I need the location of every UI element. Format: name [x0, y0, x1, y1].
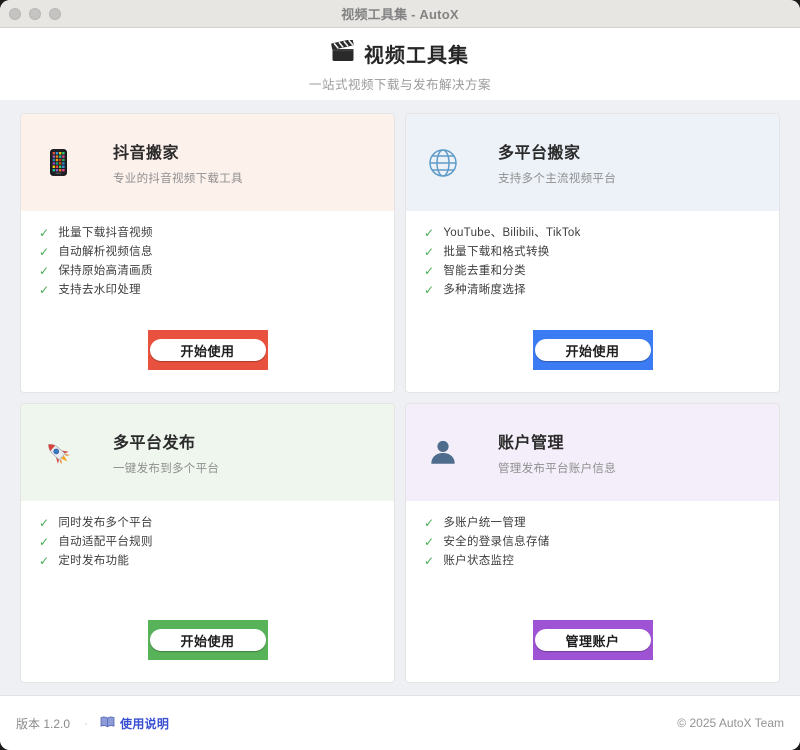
- check-icon: ✓: [39, 262, 49, 281]
- main-content: 抖音搬家 专业的抖音视频下载工具 ✓批量下载抖音视频 ✓自动解析视频信息 ✓保持…: [0, 100, 800, 695]
- check-icon: ✓: [39, 552, 49, 571]
- page-subtitle: 一站式视频下载与发布解决方案: [0, 74, 800, 93]
- check-icon: ✓: [424, 533, 434, 552]
- feature-item: ✓自动解析视频信息: [39, 243, 394, 262]
- feature-item: ✓批量下载和格式转换: [424, 243, 779, 262]
- window-controls: [9, 8, 61, 20]
- check-icon: ✓: [424, 281, 434, 300]
- card-title: 多平台搬家: [498, 139, 616, 163]
- check-icon: ✓: [39, 514, 49, 533]
- user-icon: [426, 439, 460, 466]
- feature-item: ✓多种清晰度选择: [424, 281, 779, 300]
- card-header: 多平台发布 一键发布到多个平台: [21, 404, 394, 501]
- manage-accounts-button[interactable]: 管理账户: [535, 629, 651, 651]
- button-frame: 开始使用: [148, 620, 268, 660]
- feature-item: ✓自动适配平台规则: [39, 533, 394, 552]
- feature-list: ✓同时发布多个平台 ✓自动适配平台规则 ✓定时发布功能: [21, 501, 394, 571]
- check-icon: ✓: [424, 552, 434, 571]
- titlebar: 视频工具集 - AutoX: [0, 0, 800, 28]
- start-publish-button[interactable]: 开始使用: [150, 629, 266, 651]
- card-title: 抖音搬家: [113, 139, 243, 163]
- card-header: 多平台搬家 支持多个主流视频平台: [406, 114, 779, 211]
- card-footer: 开始使用: [21, 620, 394, 682]
- card-header: 抖音搬家 专业的抖音视频下载工具: [21, 114, 394, 211]
- feature-list: ✓多账户统一管理 ✓安全的登录信息存储 ✓账户状态监控: [406, 501, 779, 571]
- globe-icon: [426, 148, 460, 178]
- card-subtitle: 支持多个主流视频平台: [498, 170, 616, 186]
- button-frame: 开始使用: [533, 330, 653, 370]
- card-multiplatform-publish: 多平台发布 一键发布到多个平台 ✓同时发布多个平台 ✓自动适配平台规则 ✓定时发…: [20, 403, 395, 683]
- card-subtitle: 管理发布平台账户信息: [498, 460, 616, 476]
- check-icon: ✓: [39, 224, 49, 243]
- button-frame: 管理账户: [533, 620, 653, 660]
- footer: 版本 1.2.0 · 使用说明 © 2025 AutoX Team: [0, 695, 800, 750]
- footer-separator: ·: [84, 716, 88, 730]
- card-header-text: 多平台发布 一键发布到多个平台: [113, 429, 219, 476]
- card-header: 账户管理 管理发布平台账户信息: [406, 404, 779, 501]
- feature-item: ✓保持原始高清画质: [39, 262, 394, 281]
- card-title: 多平台发布: [113, 429, 219, 453]
- rocket-icon: [41, 438, 75, 468]
- app-window: 视频工具集 - AutoX 视频工具集 一站式视频下载与发布解决方案: [0, 0, 800, 750]
- start-douyin-button[interactable]: 开始使用: [150, 339, 266, 361]
- card-header-text: 账户管理 管理发布平台账户信息: [498, 429, 616, 476]
- feature-item: ✓智能去重和分类: [424, 262, 779, 281]
- phone-icon: [41, 149, 75, 176]
- card-title: 账户管理: [498, 429, 616, 453]
- version-label: 版本 1.2.0: [16, 715, 70, 732]
- zoom-button[interactable]: [49, 8, 61, 20]
- card-header-text: 抖音搬家 专业的抖音视频下载工具: [113, 139, 243, 186]
- page-title: 视频工具集: [364, 39, 469, 68]
- check-icon: ✓: [39, 281, 49, 300]
- book-icon: [100, 716, 115, 731]
- check-icon: ✓: [39, 243, 49, 262]
- button-frame: 开始使用: [148, 330, 268, 370]
- window-title: 视频工具集 - AutoX: [341, 4, 458, 23]
- card-footer: 开始使用: [21, 330, 394, 392]
- start-multiplatform-button[interactable]: 开始使用: [535, 339, 651, 361]
- close-button[interactable]: [9, 8, 21, 20]
- card-douyin-mover: 抖音搬家 专业的抖音视频下载工具 ✓批量下载抖音视频 ✓自动解析视频信息 ✓保持…: [20, 113, 395, 393]
- feature-item: ✓安全的登录信息存储: [424, 533, 779, 552]
- card-subtitle: 一键发布到多个平台: [113, 460, 219, 476]
- feature-item: ✓定时发布功能: [39, 552, 394, 571]
- feature-item: ✓账户状态监控: [424, 552, 779, 571]
- card-account-management: 账户管理 管理发布平台账户信息 ✓多账户统一管理 ✓安全的登录信息存储 ✓账户状…: [405, 403, 780, 683]
- check-icon: ✓: [424, 243, 434, 262]
- card-footer: 开始使用: [406, 330, 779, 392]
- check-icon: ✓: [424, 224, 434, 243]
- card-subtitle: 专业的抖音视频下载工具: [113, 170, 243, 186]
- feature-item: ✓同时发布多个平台: [39, 514, 394, 533]
- card-footer: 管理账户: [406, 620, 779, 682]
- card-header-text: 多平台搬家 支持多个主流视频平台: [498, 139, 616, 186]
- feature-item: ✓YouTube、Bilibili、TikTok: [424, 224, 779, 243]
- feature-item: ✓批量下载抖音视频: [39, 224, 394, 243]
- check-icon: ✓: [424, 262, 434, 281]
- minimize-button[interactable]: [29, 8, 41, 20]
- help-link-label: 使用说明: [120, 715, 169, 732]
- feature-list: ✓YouTube、Bilibili、TikTok ✓批量下载和格式转换 ✓智能去…: [406, 211, 779, 300]
- app-header: 视频工具集 一站式视频下载与发布解决方案: [0, 28, 800, 100]
- card-multiplatform-mover: 多平台搬家 支持多个主流视频平台 ✓YouTube、Bilibili、TikTo…: [405, 113, 780, 393]
- feature-list: ✓批量下载抖音视频 ✓自动解析视频信息 ✓保持原始高清画质 ✓支持去水印处理: [21, 211, 394, 300]
- clapperboard-icon: [331, 40, 355, 67]
- copyright: © 2025 AutoX Team: [677, 716, 784, 730]
- help-link[interactable]: 使用说明: [100, 715, 169, 732]
- feature-item: ✓支持去水印处理: [39, 281, 394, 300]
- check-icon: ✓: [424, 514, 434, 533]
- check-icon: ✓: [39, 533, 49, 552]
- card-grid: 抖音搬家 专业的抖音视频下载工具 ✓批量下载抖音视频 ✓自动解析视频信息 ✓保持…: [20, 113, 780, 683]
- feature-item: ✓多账户统一管理: [424, 514, 779, 533]
